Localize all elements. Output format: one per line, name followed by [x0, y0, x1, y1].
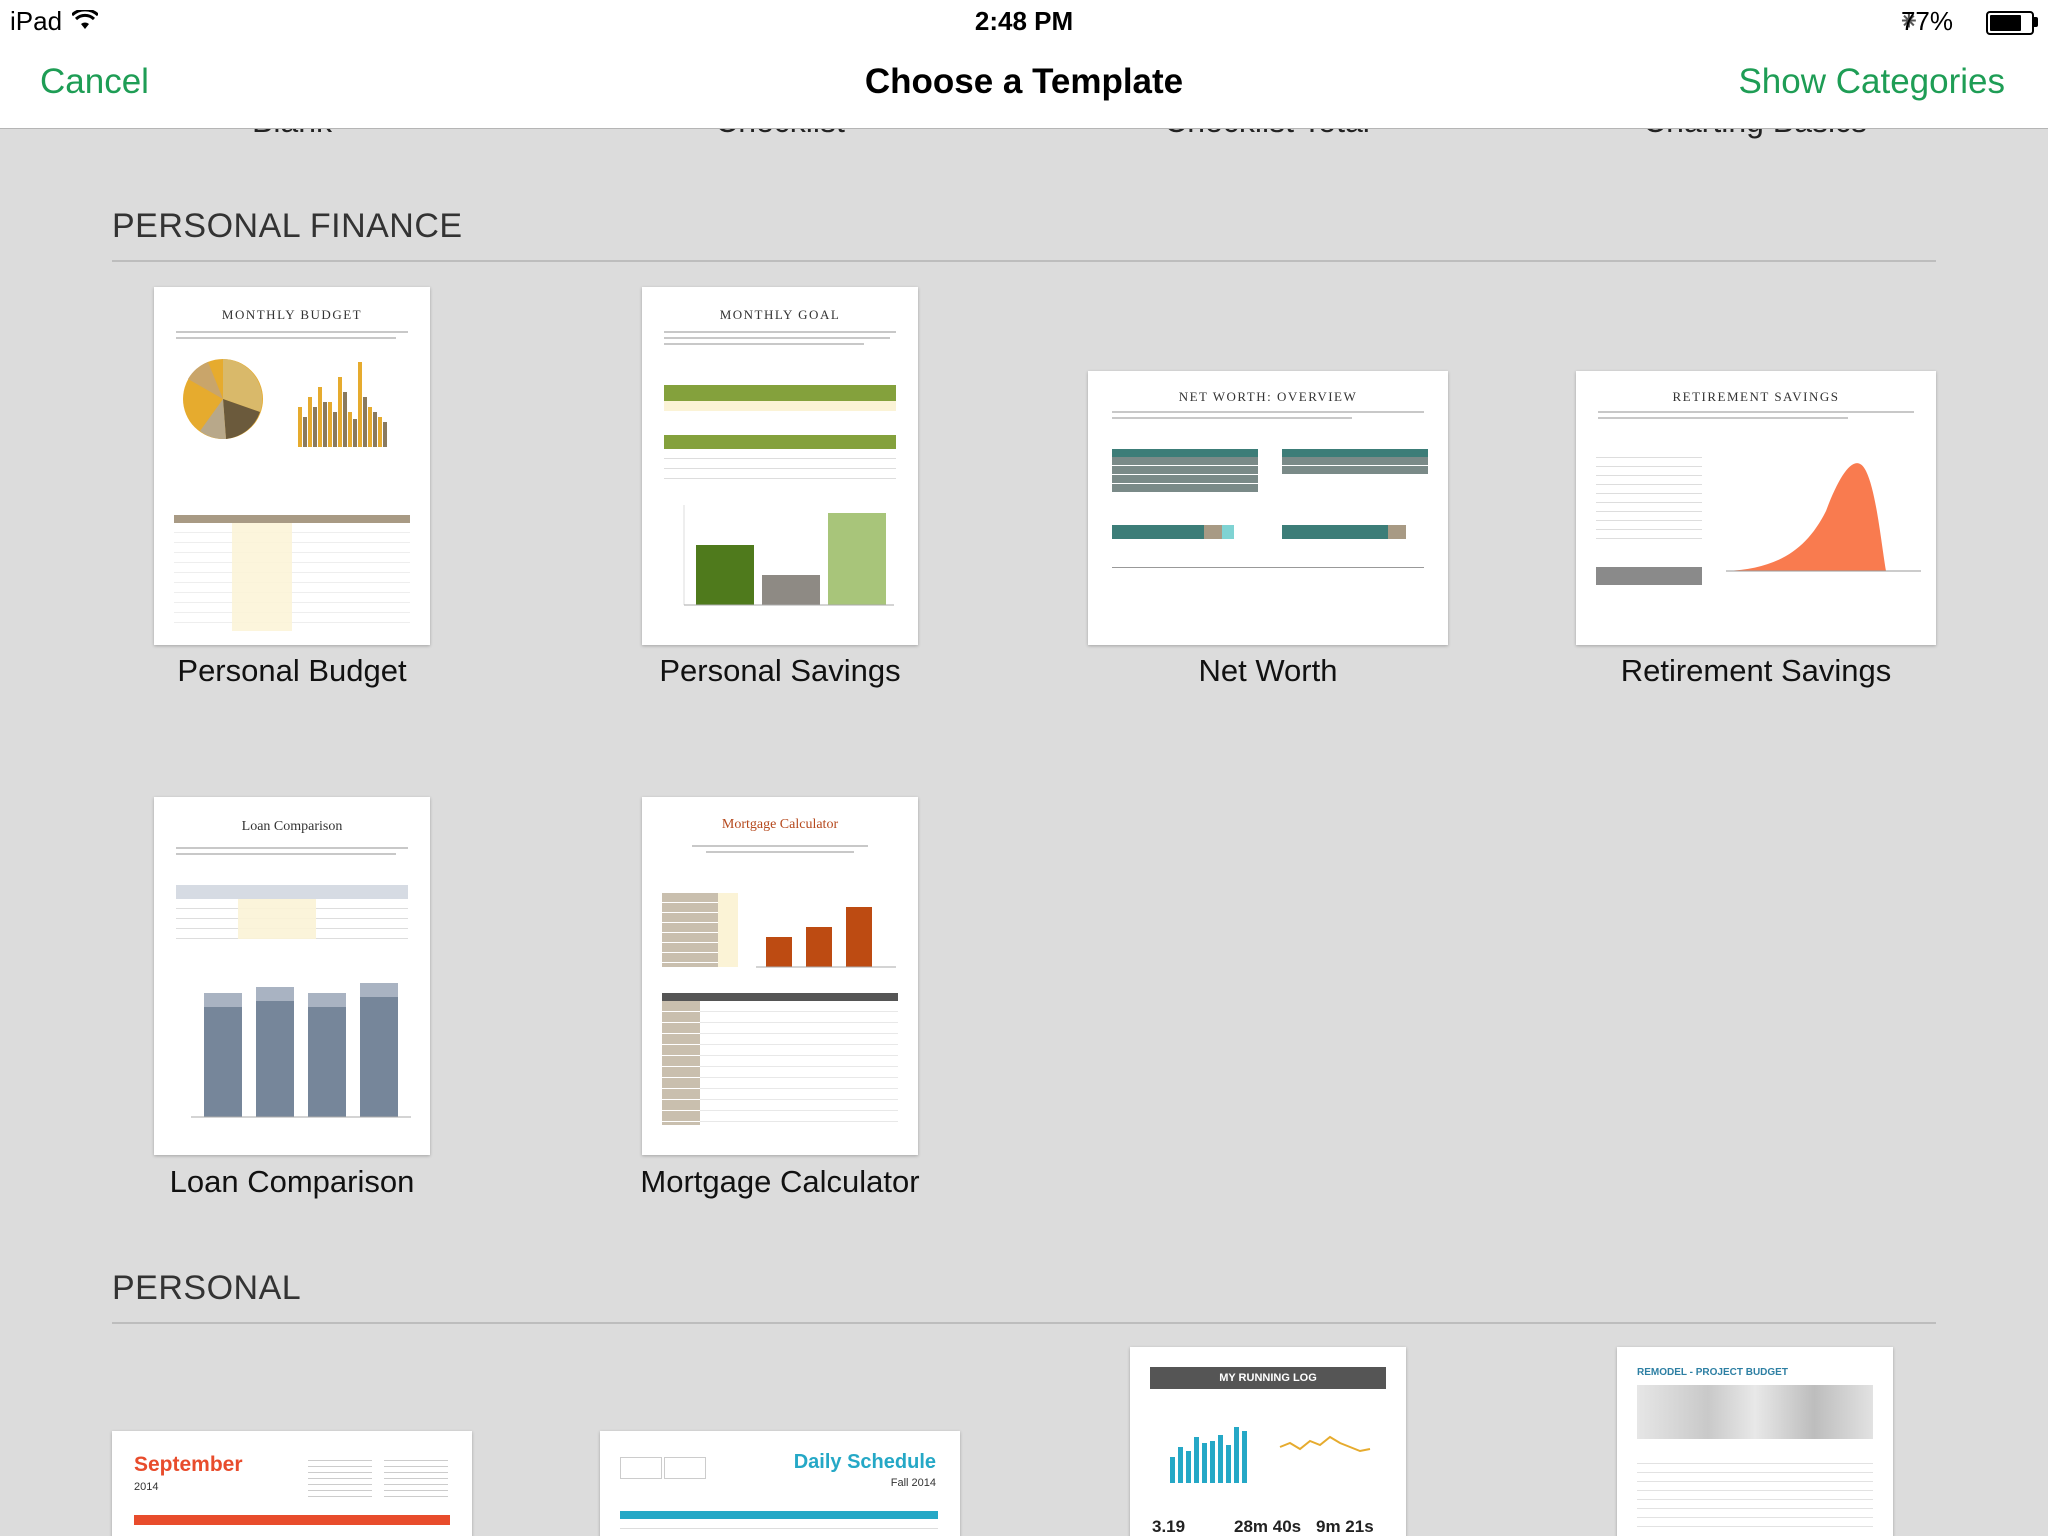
- template-gallery[interactable]: Blank Checklist Checklist Total Charting…: [0, 129, 2048, 1536]
- running-stat-time: 28m 40s: [1234, 1517, 1302, 1536]
- show-categories-button[interactable]: Show Categories: [1738, 62, 2005, 102]
- battery-icon: [1986, 11, 2034, 35]
- template-label[interactable]: Personal Savings: [642, 653, 918, 689]
- battery-tip: [2034, 17, 2038, 27]
- running-log-title: MY RUNNING LOG: [1150, 1367, 1386, 1389]
- loan-bar-chart: [191, 983, 411, 1118]
- thumbnail-title: MONTHLY BUDGET: [221, 307, 363, 322]
- template-thumbnail[interactable]: MONTHLY BUDGET: [154, 287, 430, 645]
- mortgage-bar-chart: [756, 907, 896, 968]
- template-thumbnail[interactable]: REMODEL - PROJECT BUDGET: [1617, 1347, 1893, 1536]
- section-title-personal-finance: PERSONAL FINANCE: [112, 207, 463, 245]
- schedule-title: Daily Schedule: [793, 1451, 936, 1473]
- thumbnail-title: NET WORTH: OVERVIEW: [1178, 389, 1358, 404]
- thumbnail-title: Loan Comparison: [241, 819, 343, 834]
- section-divider: [112, 1322, 1936, 1324]
- calendar-month: September: [134, 1453, 243, 1476]
- budget-pie-bar-chart: [183, 359, 387, 447]
- thumbnail-title: MONTHLY GOAL: [719, 307, 841, 322]
- running-stat-distance: 3.19: [1152, 1517, 1186, 1536]
- template-label-checklist[interactable]: Checklist: [580, 129, 980, 140]
- template-thumbnail[interactable]: Loan Comparison: [154, 797, 430, 1155]
- template-thumbnail[interactable]: RETIREMENT SAVINGS: [1576, 371, 1936, 645]
- section-divider: [112, 260, 1936, 262]
- template-label[interactable]: Loan Comparison: [154, 1164, 430, 1200]
- template-label[interactable]: Personal Budget: [154, 653, 430, 689]
- template-label-charting-basics[interactable]: Charting Basics: [1555, 129, 1955, 140]
- template-label[interactable]: Mortgage Calculator: [612, 1164, 948, 1200]
- retirement-area-chart: [1726, 463, 1921, 572]
- running-stat-pace: 9m 21s: [1316, 1517, 1374, 1536]
- template-thumbnail[interactable]: MONTHLY GOAL: [642, 287, 918, 645]
- clock: 2:48 PM: [974, 6, 1074, 36]
- thumbnail-title: Mortgage Calculator: [721, 817, 839, 832]
- status-bar: iPad 2:48 PM ⁕ 77%: [0, 0, 2048, 42]
- schedule-term: Fall 2014: [890, 1477, 936, 1489]
- project-budget-title: REMODEL - PROJECT BUDGET: [1637, 1367, 1788, 1378]
- battery-percent: 77%: [1900, 6, 1953, 36]
- template-thumbnail[interactable]: September 2014: [112, 1431, 472, 1536]
- template-label[interactable]: Retirement Savings: [1576, 653, 1936, 689]
- template-label-checklist-total[interactable]: Checklist Total: [1067, 129, 1467, 140]
- section-title-personal: PERSONAL: [112, 1269, 302, 1307]
- template-thumbnail[interactable]: MY RUNNING LOG 3.19 28m 40s 9m 21s: [1130, 1347, 1406, 1536]
- template-thumbnail[interactable]: Mortgage Calculator: [642, 797, 918, 1155]
- savings-bar-chart: [683, 505, 894, 606]
- template-thumbnail[interactable]: NET WORTH: OVERVIEW: [1088, 371, 1448, 645]
- calendar-year: 2014: [134, 1481, 159, 1493]
- thumbnail-title: RETIREMENT SAVINGS: [1672, 389, 1840, 404]
- template-label[interactable]: Net Worth: [1088, 653, 1448, 689]
- navigation-bar: Cancel Choose a Template Show Categories: [0, 42, 2048, 129]
- template-label-blank[interactable]: Blank: [92, 129, 492, 140]
- template-thumbnail[interactable]: Daily Schedule Fall 2014: [600, 1431, 960, 1536]
- running-charts: [1170, 1427, 1371, 1483]
